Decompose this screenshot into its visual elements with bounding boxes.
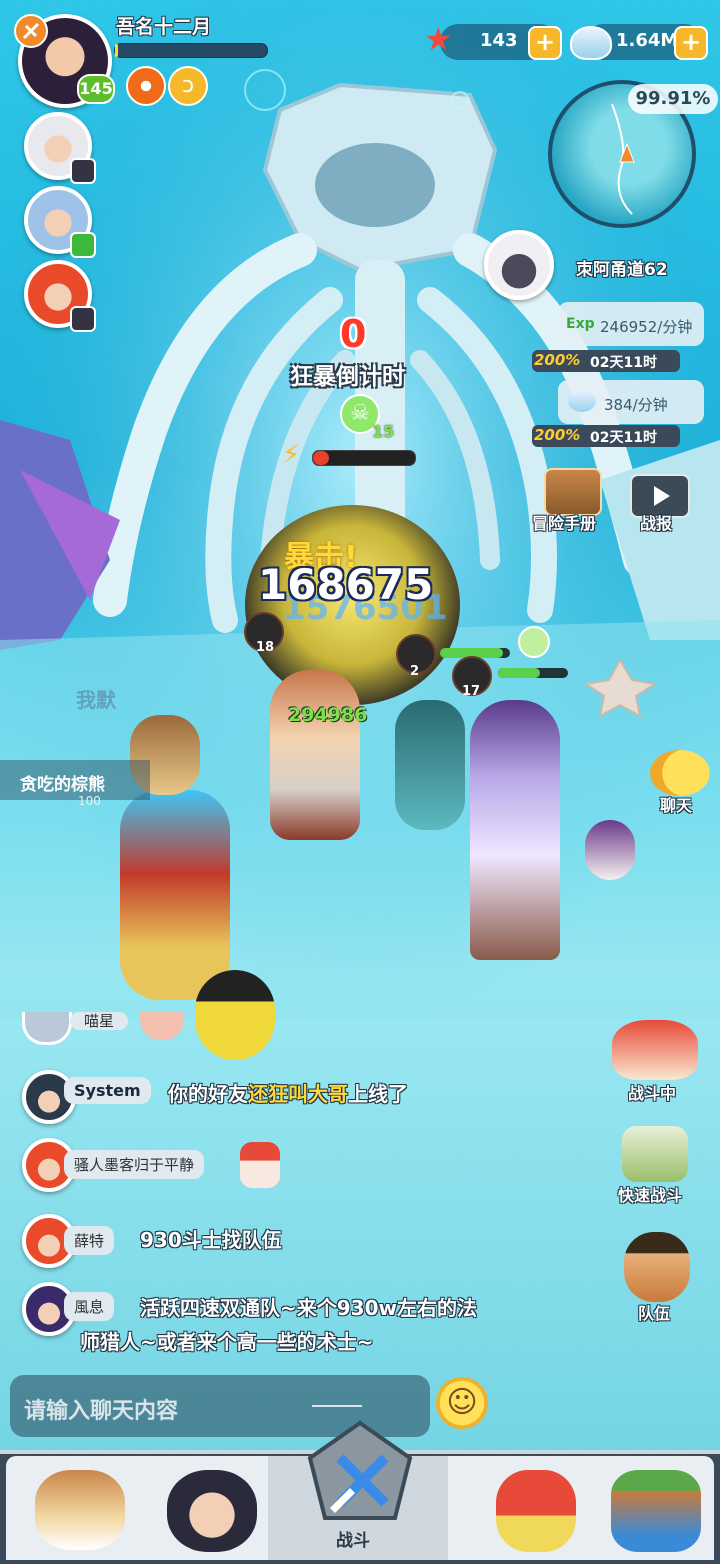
player-level-badge: 145 [77, 74, 115, 104]
hero-mage[interactable] [470, 700, 560, 960]
boss-hp-bar [312, 450, 416, 466]
input-divider [312, 1405, 362, 1407]
rage-label: 狂暴倒计时 [290, 364, 405, 390]
nav-pet[interactable] [14, 1462, 146, 1560]
chat-sender: 薛特 [64, 1226, 115, 1255]
add-starfish-button[interactable]: + [528, 26, 562, 60]
chat-message-continued: 师猎人~或者来个高一些的术士~ [80, 1330, 374, 1354]
npc-name: 贪吃的棕熊 [20, 775, 105, 795]
totem-nav-icon [611, 1470, 701, 1552]
hero-warrior[interactable] [270, 670, 360, 840]
chat-message: 930斗士找队伍 [140, 1228, 282, 1252]
enemy-level: 17 [462, 684, 481, 699]
enemy-hp-fill [498, 668, 540, 678]
chat-icon[interactable] [650, 750, 710, 796]
chat-message: 活跃四速双通队~来个930w左右的法 [140, 1296, 477, 1320]
book-icon[interactable] [544, 468, 602, 516]
location-name: 朿阿甬道62 [576, 260, 668, 280]
player-exp-bar [114, 43, 268, 58]
starfish-icon: ★ [424, 20, 453, 58]
chat-message-prefix: 你的好友 [168, 1082, 248, 1106]
exp-icon: Exp [566, 316, 595, 332]
pet-chick[interactable] [195, 970, 275, 1060]
rage-countdown: 0 [340, 312, 367, 356]
shell-icon [570, 26, 612, 60]
exp-time: 02天11时 [590, 355, 657, 371]
sword-icon [14, 14, 48, 48]
enemy-level: 2 [410, 664, 420, 679]
in-battle-label[interactable]: 战斗中 [628, 1080, 676, 1104]
player-name: 吾名十二月 [116, 16, 212, 38]
nav-dino[interactable] [470, 1462, 602, 1560]
battle-report-label[interactable]: 战报 [640, 510, 672, 534]
friend-name-link[interactable]: 还狂叫大哥 [248, 1082, 348, 1106]
nav-hero[interactable] [146, 1462, 278, 1560]
shell-rate: 384/分钟 [604, 396, 668, 414]
buff-swirl-icon[interactable]: ↄ [168, 66, 208, 106]
quick-battle-icon[interactable] [622, 1126, 688, 1182]
buff-flower-icon[interactable] [126, 66, 166, 106]
damage-green: 294986 [288, 704, 368, 726]
adventure-manual-label[interactable]: 冒险手册 [532, 510, 596, 534]
nav-totem[interactable] [590, 1462, 720, 1560]
shell-time: 02天11时 [590, 430, 657, 446]
exp-rate: 246952/分钟 [600, 318, 693, 336]
shell-bonus: 200% [534, 426, 581, 444]
map-progress: 99.91% [628, 84, 718, 114]
team-label[interactable]: 队伍 [638, 1300, 670, 1324]
party-status-icon [70, 158, 96, 184]
quick-battle-label[interactable]: 快速战斗 [618, 1182, 682, 1206]
chat-input-placeholder: 请输入聊天内容 [24, 1399, 179, 1424]
boss-portrait[interactable] [484, 230, 554, 300]
battle-nav-icon [307, 1420, 413, 1520]
skull-count: 15 [372, 422, 395, 441]
santa-sticker-icon [240, 1142, 280, 1188]
in-battle-icon[interactable] [612, 1020, 698, 1080]
player-exp-fill [115, 44, 119, 57]
dino-nav-icon [496, 1470, 576, 1552]
party-status-icon [70, 232, 96, 258]
heal-orb-icon [518, 626, 550, 658]
starfish-count: 143 [480, 30, 518, 51]
boss-hp-fill [313, 451, 330, 465]
add-shell-button[interactable]: + [674, 26, 708, 60]
enemy-hp-bar [498, 668, 568, 678]
exp-bonus: 200% [534, 351, 581, 369]
chat-message: 你的好友还狂叫大哥上线了 [168, 1078, 408, 1107]
nav-battle[interactable] [300, 1418, 420, 1528]
shell-small-icon [568, 390, 596, 412]
npc-level: 100 [78, 794, 101, 808]
party-status-icon [70, 306, 96, 332]
hero-nav-icon [167, 1470, 257, 1552]
faded-player-name: 我默 [76, 688, 116, 712]
hero-hunter[interactable] [395, 700, 465, 830]
chat-sender: 骚人墨客归于平静 [64, 1150, 205, 1179]
pet-cow[interactable] [585, 820, 635, 880]
chat-message-suffix: 上线了 [348, 1082, 408, 1106]
chat-sender: 風息 [64, 1292, 115, 1321]
damage-main: 168675 [258, 560, 434, 609]
emoji-button[interactable]: ☺ [436, 1377, 488, 1429]
chat-name-partial: 喵星 [70, 1012, 129, 1030]
chat-label[interactable]: 聊天 [660, 792, 692, 816]
shell-count: 1.64M [616, 30, 679, 51]
lightning-icon: ⚡ [282, 440, 301, 470]
chat-sender: System [64, 1077, 151, 1104]
pet-nav-icon [35, 1470, 125, 1550]
battle-nav-label[interactable]: 战斗 [336, 1526, 370, 1551]
enemy-level: 18 [256, 640, 275, 655]
team-icon[interactable] [624, 1232, 690, 1302]
hero-player[interactable] [120, 790, 230, 1000]
